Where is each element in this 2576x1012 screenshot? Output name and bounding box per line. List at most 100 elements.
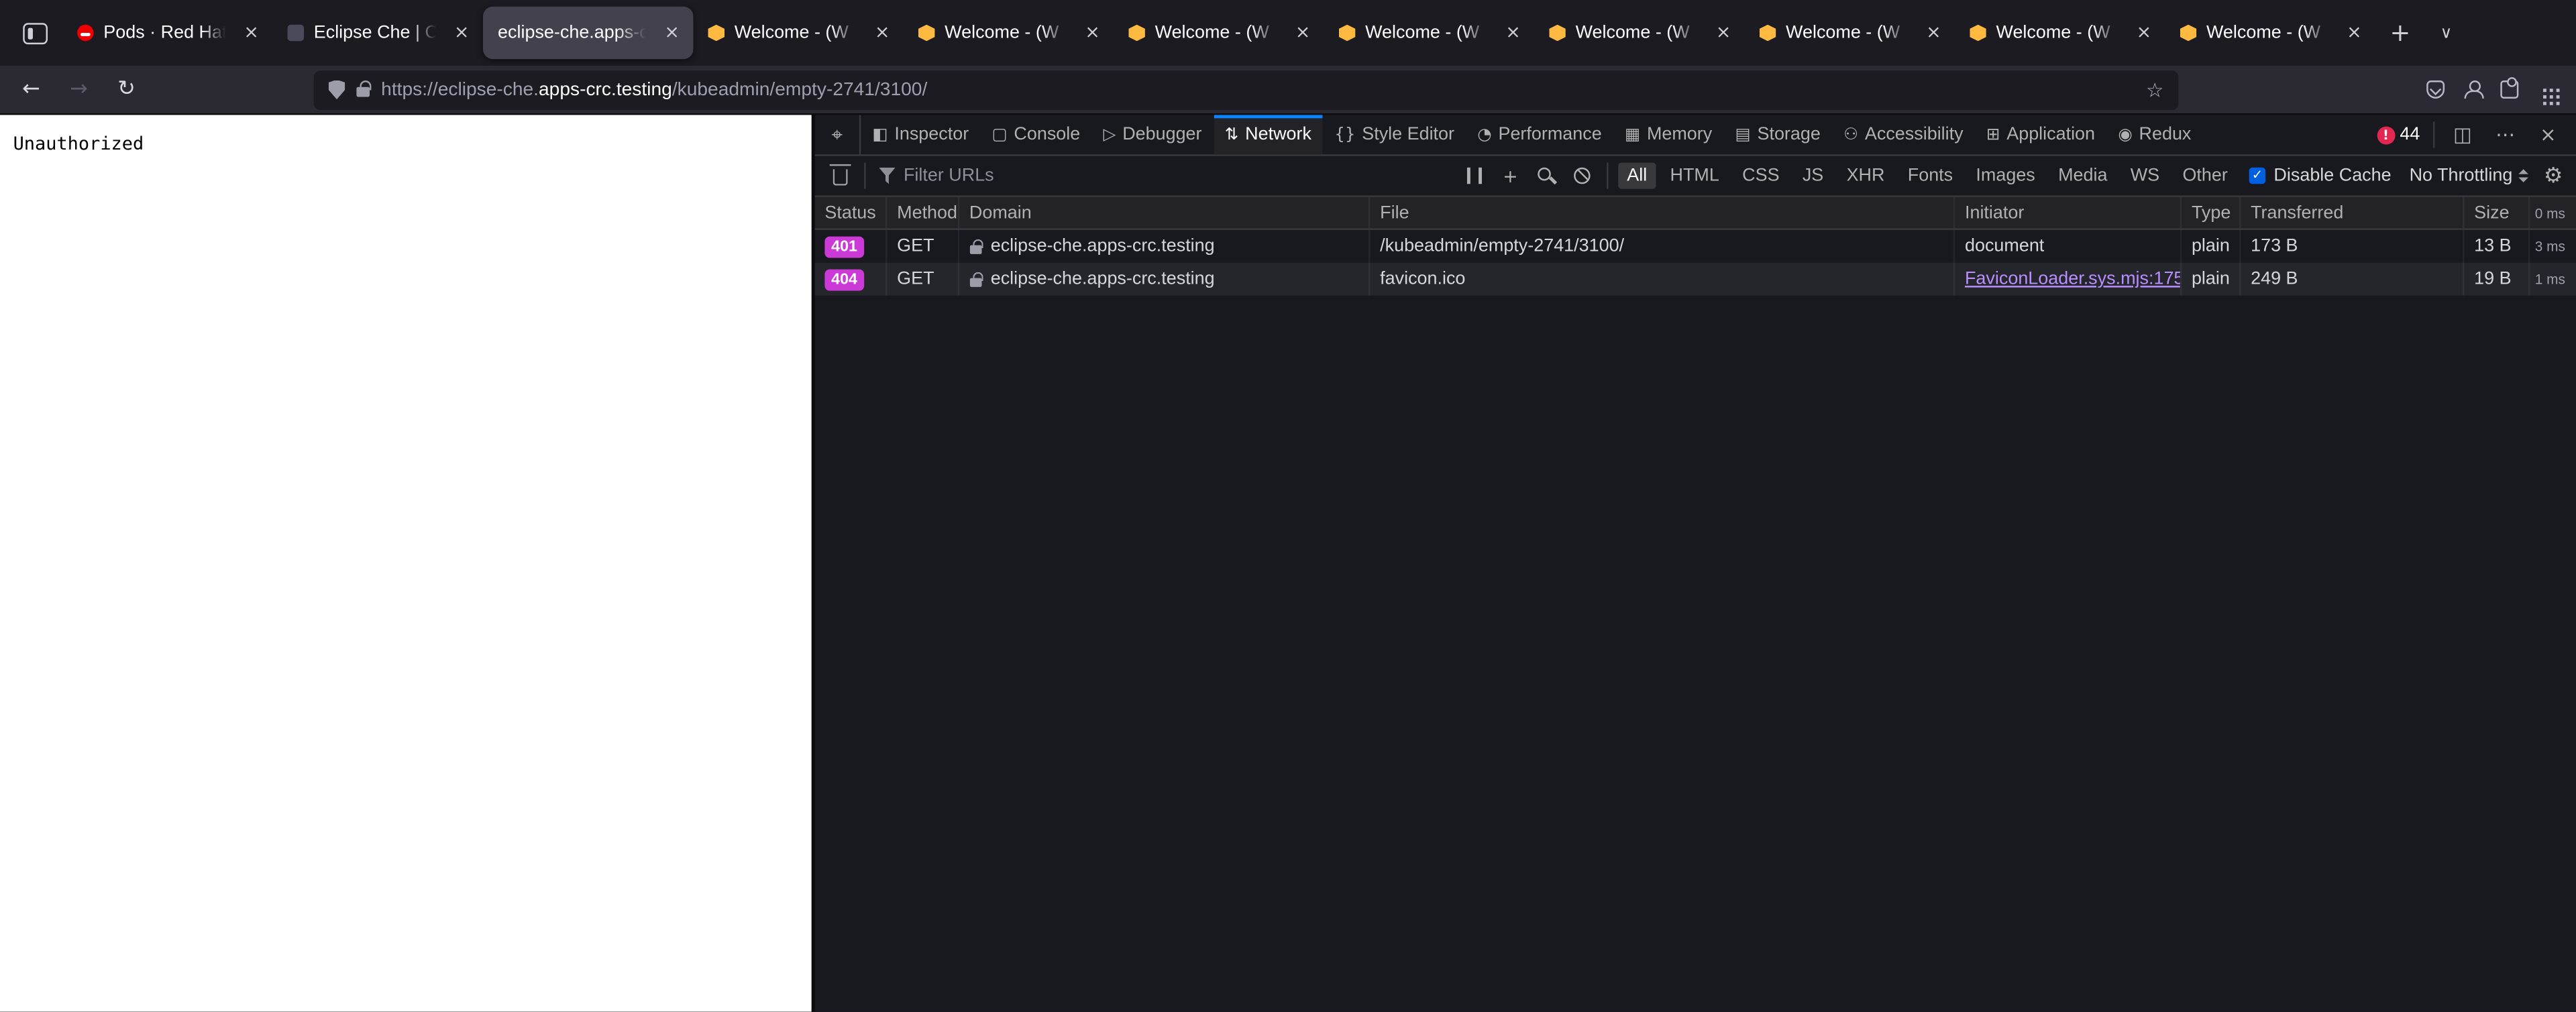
column-header-size[interactable]: Size [2464,196,2530,229]
network-settings-gear-icon[interactable]: ⚙ [2544,164,2563,188]
che-favicon [1128,24,1145,42]
tab-close-icon[interactable]: × [1079,19,1106,46]
tab-welcome-1[interactable]: Welcome - (W × [693,7,903,59]
column-header-method[interactable]: Method [887,196,960,229]
tab-close-icon[interactable]: × [1710,19,1736,46]
search-button[interactable] [1528,160,1564,192]
request-method: GET [887,262,960,296]
tab-close-icon[interactable]: × [1289,19,1316,46]
connection-lock-icon[interactable] [356,80,371,97]
filter-pill-css[interactable]: CSS [1734,162,1788,188]
redux-icon: ◉ [2118,125,2133,144]
style-editor-icon: {} [1334,125,1356,144]
disable-cache-label[interactable]: Disable Cache [2273,166,2391,185]
tab-close-icon[interactable]: × [2131,19,2157,46]
trash-icon [828,164,851,186]
tab-close-icon[interactable]: × [1500,19,1526,46]
column-header-initiator[interactable]: Initiator [1955,196,2182,229]
tab-welcome-6[interactable]: Welcome - (W × [1745,7,1955,59]
filter-pill-media[interactable]: Media [2050,162,2116,188]
new-tab-button[interactable]: + [2379,11,2422,54]
save-to-pocket-icon[interactable] [2426,80,2445,99]
tab-welcome-7[interactable]: Welcome - (W × [1955,7,2165,59]
devtools-tab-style-editor[interactable]: {} Style Editor [1323,115,1466,154]
devtools-menu-icon[interactable]: ⋯ [2491,118,2520,151]
apps-grid-icon[interactable] [2543,88,2546,91]
tab-close-icon[interactable]: × [2341,19,2367,46]
tab-close-icon[interactable]: × [869,19,896,46]
tab-welcome-5[interactable]: Welcome - (W × [1534,7,1744,59]
tab-eclipse-che[interactable]: Eclipse Che | C × [273,7,483,59]
tab-overflow-chevron-icon[interactable]: ∨ [2425,11,2468,54]
filter-pill-images[interactable]: Images [1968,162,2043,188]
devtools-tab-memory[interactable]: ▦ Memory [1613,115,1724,154]
request-row[interactable]: 404 GET eclipse-che.apps-crc.testing fav… [814,262,2576,296]
disable-cache-checkbox[interactable]: ✓ [2249,167,2266,184]
column-header-type[interactable]: Type [2182,196,2241,229]
devtools-tab-accessibility[interactable]: ⚇ Accessibility [1832,115,1975,154]
tracking-protection-shield-icon[interactable] [328,79,345,100]
initiator-link[interactable]: FaviconLoader.sys.mjs:175 [1965,270,2180,289]
devtools-tab-console[interactable]: ▢ Console [980,115,1091,154]
devtools-tab-redux[interactable]: ◉ Redux [2106,115,2202,154]
search-icon [1538,167,1552,181]
devtools-tab-application[interactable]: ⊞ Application [1975,115,2106,154]
bookmark-star-icon[interactable]: ☆ [2146,78,2163,101]
status-badge: 401 [824,235,864,258]
dock-side-icon[interactable]: ◫ [2448,118,2477,151]
filter-pill-other[interactable]: Other [2174,162,2236,188]
devtools-tab-storage[interactable]: ▤ Storage [1723,115,1832,154]
secure-lock-icon [969,271,983,286]
request-row[interactable]: 401 GET eclipse-che.apps-crc.testing /ku… [815,229,2576,263]
filter-pill-xhr[interactable]: XHR [1838,162,1892,188]
devtools-tab-inspector[interactable]: ◧ Inspector [861,115,980,154]
filter-pill-fonts[interactable]: Fonts [1900,162,1962,188]
tab-close-icon[interactable]: × [1921,19,1947,46]
back-button[interactable]: ← [10,70,53,109]
tab-close-icon[interactable]: × [659,19,685,46]
column-header-domain[interactable]: Domain [959,196,1371,229]
devtools-tab-performance[interactable]: ◔ Performance [1466,115,1613,154]
tab-title: Welcome - (W [945,23,1059,43]
pick-element-button[interactable]: ⌖ [815,115,861,155]
devtools-tab-network[interactable]: ⇅ Network [1213,115,1324,155]
request-domain: eclipse-che.apps-crc.testing [990,236,1215,257]
firefox-view-button[interactable] [10,8,59,57]
tab-pods-red-hat[interactable]: Pods · Red Hat × [62,7,272,59]
devtools-close-icon[interactable]: × [2533,118,2563,151]
clear-requests-button[interactable] [821,160,857,192]
tab-close-icon[interactable]: × [238,19,264,46]
har-import-button[interactable]: + [1492,160,1528,192]
filter-pill-html[interactable]: HTML [1662,162,1727,188]
account-icon[interactable] [2463,80,2484,99]
filter-pill-all[interactable]: All [1619,162,1656,189]
devtools-tab-debugger[interactable]: ▷ Debugger [1091,115,1213,154]
column-header-waterfall[interactable]: 0 ms [2530,197,2576,229]
filter-pill-js[interactable]: JS [1794,162,1832,188]
filter-urls-box[interactable] [872,166,1151,186]
network-toolbar: + All HTML CSS JS XHR Fonts Images Media… [814,156,2576,197]
tab-eclipse-che-apps-active[interactable]: eclipse-che.apps-crc.testing × [483,6,694,60]
tab-welcome-8[interactable]: Welcome - (W × [2165,7,2375,59]
column-header-transferred[interactable]: Transferred [2241,196,2465,229]
tab-welcome-4[interactable]: Welcome - (W × [1324,7,1534,59]
url-text[interactable]: https://eclipse-che.apps-crc.testing/kub… [381,80,2135,99]
tab-strip: Pods · Red Hat × Eclipse Che | C × eclip… [62,0,2375,66]
error-count-badge[interactable]: ! 44 [2377,125,2420,145]
reload-button[interactable]: ↻ [105,70,148,109]
devtools-tab-label: Application [2006,125,2096,145]
block-requests-button[interactable] [1564,160,1601,192]
forward-button[interactable]: → [58,70,101,109]
tab-close-icon[interactable]: × [449,19,475,46]
filter-urls-input[interactable] [903,166,1134,186]
filter-pill-ws[interactable]: WS [2123,162,2168,188]
throttling-select[interactable]: No Throttling [2410,166,2529,186]
tab-welcome-3[interactable]: Welcome - (W × [1114,7,1324,59]
column-header-file[interactable]: File [1370,196,1955,229]
column-header-status[interactable]: Status [815,196,888,229]
url-bar[interactable]: https://eclipse-che.apps-crc.testing/kub… [313,70,2179,109]
tab-welcome-2[interactable]: Welcome - (W × [904,7,1114,59]
devtools-tab-bar: ⌖ ◧ Inspector ▢ Console ▷ Debugger ⇅ Net… [814,115,2576,156]
pause-traffic-button[interactable] [1456,160,1493,192]
extensions-icon[interactable] [2500,77,2519,99]
